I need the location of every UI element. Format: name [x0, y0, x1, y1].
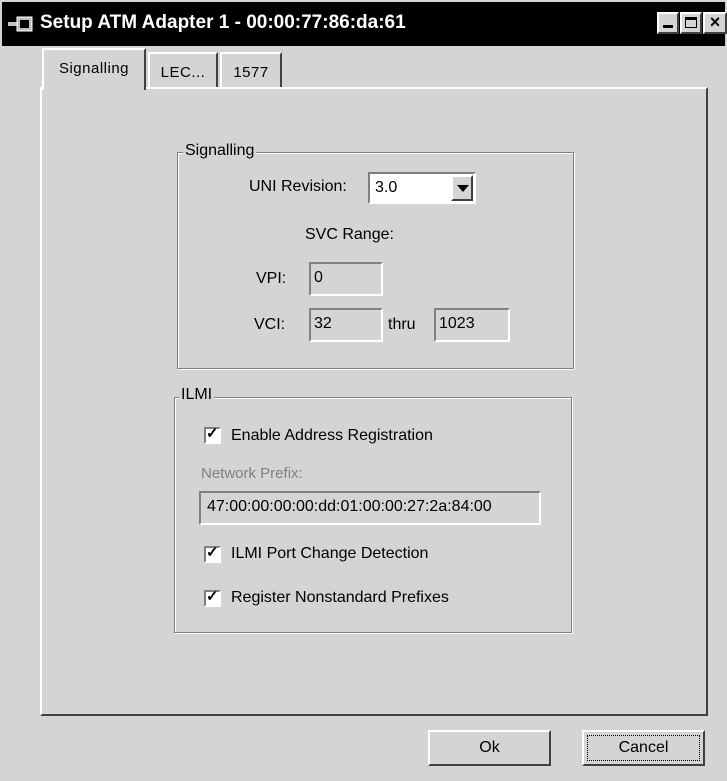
uni-revision-select[interactable]: 3.0 [368, 172, 476, 204]
uni-revision-dropdown-button[interactable] [451, 175, 473, 201]
minimize-icon [663, 25, 673, 28]
checkmark-icon: ✓ [206, 544, 219, 561]
ilmi-group-title: ILMI [179, 386, 215, 404]
enable-address-registration-label: Enable Address Registration [231, 427, 433, 444]
vpi-label: VPI: [256, 270, 287, 287]
tab-1577[interactable]: 1577 [220, 52, 282, 88]
maximize-icon [685, 17, 697, 28]
network-prefix-label: Network Prefix: [201, 465, 303, 482]
vci-from-field[interactable]: 32 [309, 308, 383, 342]
register-nonstandard-prefixes-checkbox[interactable]: ✓ [204, 588, 221, 607]
title-bar[interactable]: Setup ATM Adapter 1 - 00:00:77:86:da:61 … [2, 2, 727, 46]
vpi-field[interactable]: 0 [309, 262, 383, 296]
uni-revision-value: 3.0 [375, 179, 398, 196]
minimize-button[interactable] [657, 12, 679, 34]
register-nonstandard-prefixes-label: Register Nonstandard Prefixes [231, 589, 449, 606]
vci-label: VCI: [254, 316, 286, 333]
signalling-group-title: Signalling [183, 142, 257, 160]
enable-address-registration-checkbox[interactable]: ✓ [204, 425, 221, 444]
network-prefix-field[interactable]: 47:00:00:00:00:dd:01:00:00:27:2a:84:00 [199, 491, 541, 525]
thru-label: thru [388, 316, 416, 333]
svc-range-label: SVC Range: [305, 226, 394, 243]
vci-to-field[interactable]: 1023 [434, 308, 510, 342]
close-button[interactable]: × [703, 12, 727, 34]
checkmark-icon: ✓ [206, 425, 219, 442]
close-icon: × [709, 12, 721, 32]
cancel-button[interactable]: Cancel [582, 730, 705, 766]
ok-button[interactable]: Ok [428, 730, 551, 766]
tab-lec[interactable]: LEC... [148, 52, 218, 88]
chevron-down-icon [457, 185, 469, 192]
checkmark-icon: ✓ [206, 588, 219, 605]
maximize-button[interactable] [680, 12, 702, 34]
uni-revision-label: UNI Revision: [249, 178, 347, 195]
window-title: Setup ATM Adapter 1 - 00:00:77:86:da:61 [40, 12, 406, 33]
ilmi-port-change-detection-checkbox[interactable]: ✓ [204, 544, 221, 563]
ilmi-port-change-detection-label: ILMI Port Change Detection [231, 545, 429, 562]
network-adapter-icon [8, 16, 33, 32]
tab-signalling[interactable]: Signalling [42, 48, 146, 90]
setup-atm-adapter-dialog: Setup ATM Adapter 1 - 00:00:77:86:da:61 … [0, 0, 727, 781]
